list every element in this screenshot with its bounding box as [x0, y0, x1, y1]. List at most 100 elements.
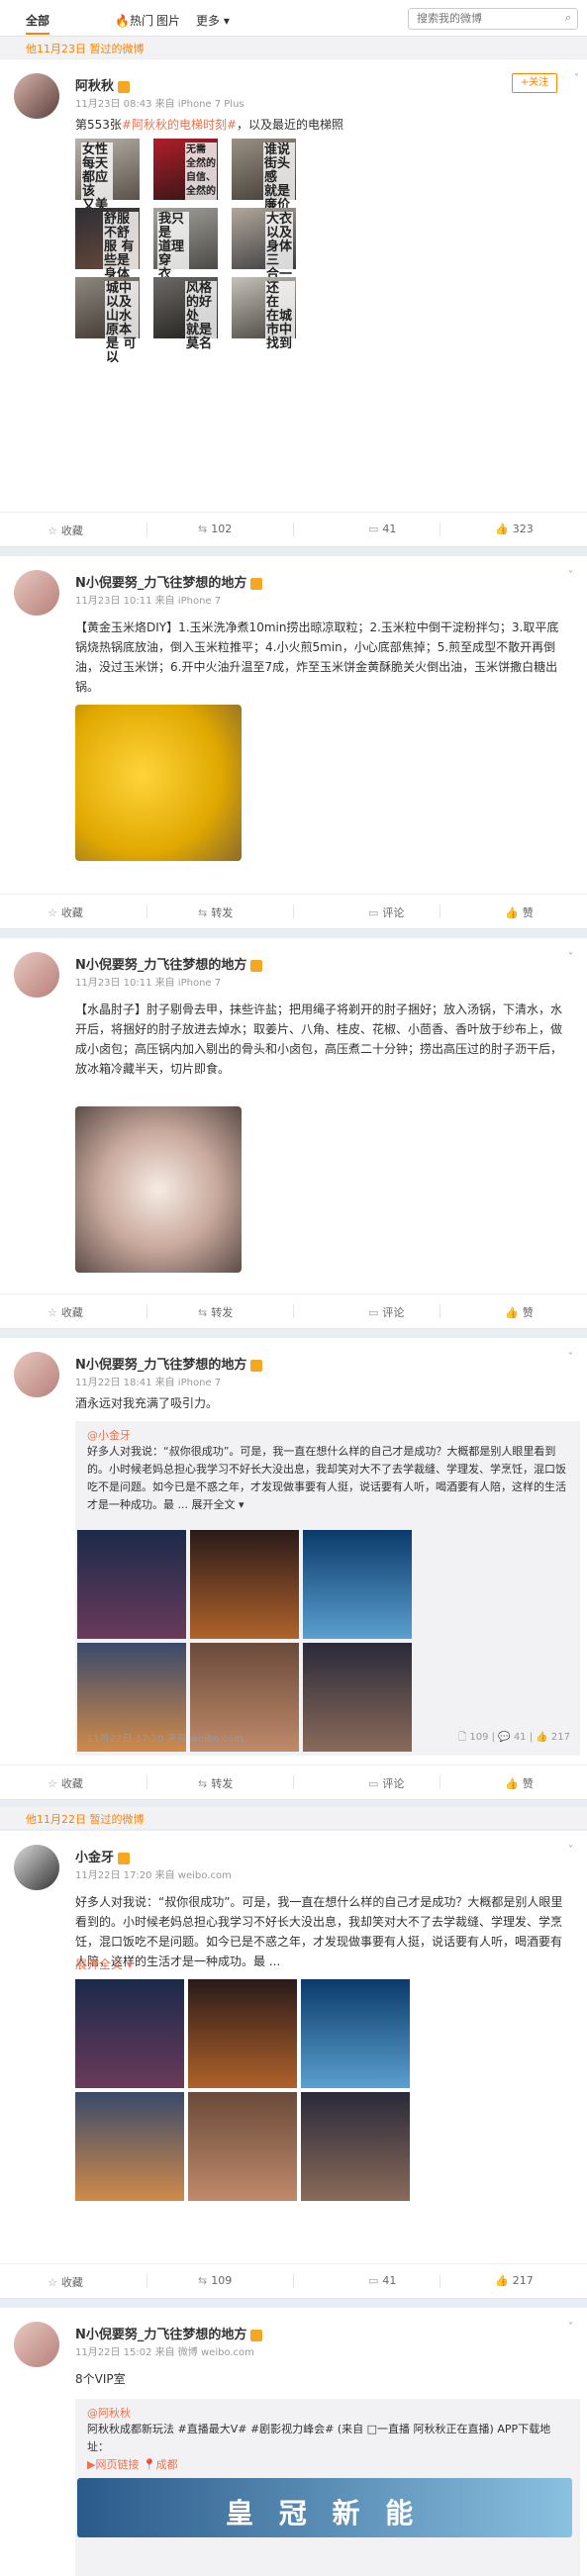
- photo-thumb[interactable]: 大衣 以及 身体 三 合一: [232, 208, 296, 283]
- favorite-button[interactable]: ☆ 收藏: [48, 905, 83, 920]
- repost-button[interactable]: ⇆ 109: [198, 2274, 232, 2287]
- search-box[interactable]: ⌕: [408, 8, 578, 30]
- web-link[interactable]: ▶网页链接 📍成都: [87, 2456, 178, 2472]
- live-stream-banner[interactable]: 皇 冠 新 能: [77, 2478, 572, 2537]
- photo-thumb[interactable]: 女性 每天 都应该 又美 又利落: [75, 139, 140, 241]
- post-text: 好多人对我说：“叔你很成功”。可是，我一直在想什么样的自己才是成功？大概都是别人…: [75, 1895, 563, 1968]
- chevron-down-icon[interactable]: ˅: [568, 952, 573, 963]
- follow-button[interactable]: +关注: [512, 73, 557, 93]
- post-username[interactable]: N小倪要努_力飞往梦想的地方: [75, 1354, 263, 1373]
- comment-button[interactable]: ▭ 评论: [368, 1775, 404, 1791]
- post-username[interactable]: 小金牙: [75, 1847, 131, 1865]
- post-text: 第553张#阿秋秋的电梯时刻#，以及最近的电梯照: [75, 118, 344, 132]
- comment-button[interactable]: ▭ 41: [368, 523, 396, 535]
- comment-icon: ▭: [368, 1306, 379, 1319]
- favorite-button[interactable]: ☆ 收藏: [48, 523, 83, 538]
- comment-button[interactable]: ▭ 41: [368, 2274, 396, 2287]
- repost-button[interactable]: ⇆ 转发: [198, 1304, 233, 1320]
- repost-icon: ⇆: [198, 1777, 208, 1790]
- chevron-down-icon[interactable]: ˅: [568, 570, 573, 581]
- corn-cake-photo[interactable]: [75, 705, 242, 861]
- repost-button[interactable]: ⇆ 转发: [198, 1775, 233, 1791]
- vip-badge-icon: [250, 2329, 263, 2341]
- post-action-bar: ☆ 收藏 ⇆ 转发 ▭ 评论 👍 赞: [0, 894, 587, 928]
- chevron-down-icon[interactable]: ˅: [568, 2322, 573, 2333]
- post-meta: 11月23日 08:43 来自 iPhone 7 Plus: [75, 99, 245, 110]
- tab-all[interactable]: 全部: [26, 12, 49, 29]
- photo-thumb[interactable]: 城中 以及 山水 原本是 可以: [75, 277, 140, 366]
- search-input[interactable]: [415, 11, 552, 26]
- avatar[interactable]: [14, 570, 59, 616]
- avatar[interactable]: [14, 73, 59, 119]
- avatar[interactable]: [14, 1845, 59, 1890]
- tab-hot[interactable]: 🔥热门: [115, 12, 153, 29]
- repost-button[interactable]: ⇆ 102: [198, 523, 232, 535]
- repost-icon: ⇆: [198, 523, 208, 535]
- thumbs-up-icon: 👍: [495, 523, 509, 535]
- photo-thumb[interactable]: 谁说 街头感 就是 廉价的 代名词: [232, 139, 296, 255]
- photo-thumb[interactable]: 无需 全然的 自信、 全然的: [153, 139, 218, 200]
- tab-more[interactable]: 更多 ▾: [196, 12, 230, 29]
- date-divider: 他11月23日 暂过的微博: [0, 37, 587, 58]
- post-photo[interactable]: [301, 2092, 410, 2201]
- avatar[interactable]: [14, 2322, 59, 2367]
- photo-thumb[interactable]: 舒服 不舒服 有些是 身体上的: [75, 208, 140, 297]
- reposted-text: 阿秋秋成都新玩法 #直播最大V# #剧影视力峰会# (来自 □一直播 阿秋秋正在…: [87, 2423, 551, 2453]
- like-button[interactable]: 👍 赞: [505, 1775, 534, 1791]
- avatar[interactable]: [14, 952, 59, 998]
- chevron-down-icon[interactable]: ˅: [568, 1845, 573, 1856]
- post-action-bar: ☆ 收藏 ⇆ 102 ▭ 41 👍 323: [0, 512, 587, 546]
- post-meta: 11月23日 10:11 来自 iPhone 7: [75, 978, 222, 989]
- post-username[interactable]: N小倪要努_力飞往梦想的地方: [75, 2324, 263, 2342]
- like-button[interactable]: 👍 赞: [505, 1304, 534, 1320]
- post-action-bar: ☆ 收藏 ⇆ 转发 ▭ 评论 👍 赞: [0, 1765, 587, 1799]
- thumbs-up-icon: 👍: [495, 2274, 509, 2287]
- vip-badge-icon: [250, 1359, 263, 1372]
- reposted-user-link[interactable]: @阿秋秋: [87, 2405, 131, 2421]
- post-meta: 11月22日 15:02 来自 微博 weibo.com: [75, 2347, 254, 2358]
- reposted-user-link[interactable]: @小金牙: [87, 1427, 131, 1443]
- post-username[interactable]: N小倪要努_力飞往梦想的地方: [75, 572, 263, 591]
- post-photo[interactable]: [75, 1979, 184, 2088]
- favorite-button[interactable]: ☆ 收藏: [48, 2274, 83, 2290]
- repost-photo[interactable]: [303, 1530, 412, 1639]
- photo-thumb[interactable]: 还 在 在城市中 找到: [232, 277, 296, 352]
- post-photo[interactable]: [188, 1979, 297, 2088]
- favorite-button[interactable]: ☆ 收藏: [48, 1775, 83, 1791]
- post-photo[interactable]: [188, 2092, 297, 2201]
- chevron-down-icon[interactable]: ˅: [574, 73, 579, 84]
- post-username[interactable]: N小倪要努_力飞往梦想的地方: [75, 954, 263, 973]
- favorite-button[interactable]: ☆ 收藏: [48, 1304, 83, 1320]
- repost-photo[interactable]: [190, 1530, 299, 1639]
- like-button[interactable]: 👍 赞: [505, 905, 534, 920]
- vip-badge-icon: [250, 959, 263, 972]
- repost-photo[interactable]: [303, 1643, 412, 1752]
- thumbs-up-icon: 👍: [505, 1777, 519, 1790]
- post-card: N小倪要努_力飞往梦想的地方 11月23日 10:11 来自 iPhone 7 …: [0, 556, 587, 929]
- photo-thumb[interactable]: 我只是 道理 穿 衣 这事儿 没有: [153, 208, 218, 325]
- vip-badge-icon: [250, 577, 263, 590]
- avatar[interactable]: [14, 1352, 59, 1397]
- hashtag-link[interactable]: #阿秋秋的电梯时刻#: [122, 118, 237, 132]
- chevron-down-icon[interactable]: ˅: [568, 1352, 573, 1363]
- comment-icon: ▭: [368, 906, 379, 919]
- post-photo[interactable]: [301, 1979, 410, 2088]
- repost-button[interactable]: ⇆ 转发: [198, 905, 233, 920]
- pork-knuckle-photo[interactable]: [75, 1106, 242, 1273]
- like-button[interactable]: 👍 323: [495, 523, 534, 535]
- comment-button[interactable]: ▭ 评论: [368, 905, 404, 920]
- like-button[interactable]: 👍 217: [495, 2274, 534, 2287]
- star-icon: ☆: [48, 2276, 57, 2289]
- post-photo[interactable]: [75, 2092, 184, 2201]
- tab-images[interactable]: 图片: [156, 12, 180, 29]
- search-icon[interactable]: ⌕: [565, 11, 571, 25]
- repost-photo[interactable]: [77, 1530, 186, 1639]
- post-username[interactable]: 阿秋秋: [75, 75, 131, 94]
- photo-thumb[interactable]: 风格 的好处 就是 莫名: [153, 277, 218, 352]
- comment-button[interactable]: ▭ 评论: [368, 1304, 404, 1320]
- star-icon: ☆: [48, 1777, 57, 1790]
- post-text: 【水晶肘子】肘子剔骨去甲，抹些许盐；把用绳子将剃开的肘子捆好；放入汤锅，下清水，…: [75, 1002, 563, 1076]
- repost-icon: ⇆: [198, 1306, 208, 1319]
- star-icon: ☆: [48, 525, 57, 537]
- expand-full-text-link[interactable]: 展开全文 ▾: [75, 1956, 133, 1972]
